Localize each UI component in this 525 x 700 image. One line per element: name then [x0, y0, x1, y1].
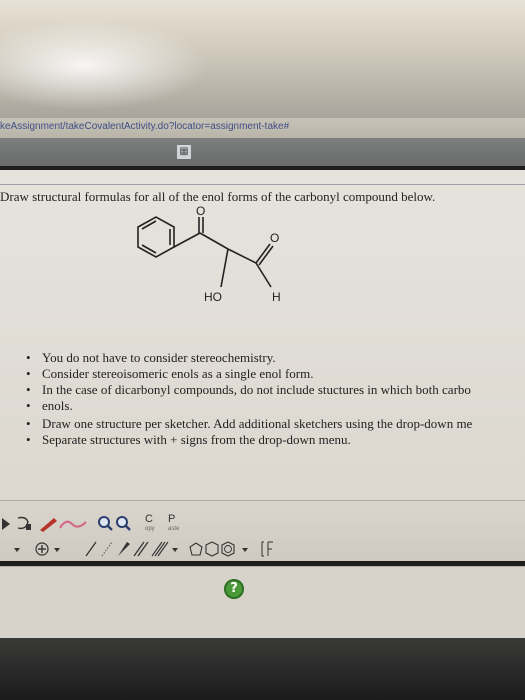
- wedge-bond-tool-icon[interactable]: [118, 542, 130, 556]
- copy-button-label: C: [145, 513, 153, 525]
- paste-button-sublabel: aste: [168, 526, 180, 532]
- help-button[interactable]: ?: [224, 579, 244, 599]
- content-top-border: [0, 184, 525, 185]
- single-bond-tool-icon[interactable]: [85, 541, 97, 557]
- zoom-out-icon[interactable]: [116, 516, 131, 531]
- copy-button-sublabel: opy: [145, 526, 155, 532]
- bond-dropdown-icon[interactable]: [172, 548, 178, 552]
- benzene-ring: [137, 216, 175, 258]
- ring-dropdown-icon[interactable]: [242, 548, 248, 552]
- toolbar-row-2: [14, 541, 273, 557]
- select-tool-icon[interactable]: [2, 518, 10, 530]
- cyclohexane-ring-icon[interactable]: [205, 541, 219, 557]
- zoom-in-icon[interactable]: [98, 516, 113, 531]
- instruction-item: Separate structures with + signs from th…: [26, 432, 525, 448]
- instruction-item: You do not have to consider stereochemis…: [26, 350, 525, 366]
- copy-button[interactable]: C opy: [145, 512, 155, 532]
- lasso-tool-icon[interactable]: [17, 516, 31, 531]
- instruction-list: You do not have to consider stereochemis…: [26, 350, 525, 448]
- dropdown-arrow-icon[interactable]: [14, 548, 20, 552]
- sketcher-canvas[interactable]: [0, 566, 525, 639]
- triple-bond-tool-icon[interactable]: [151, 541, 169, 557]
- desk-foreground: [0, 638, 525, 700]
- instruction-item: Consider stereoisomeric enols as a singl…: [26, 366, 525, 382]
- oxygen-label-2: O: [270, 231, 279, 245]
- bracket-tool-icon[interactable]: [261, 541, 273, 557]
- hydroxyl-label: HO: [204, 290, 222, 304]
- screen-glare: [0, 20, 210, 110]
- oxygen-label-1: O: [196, 205, 205, 218]
- tab-strip: [0, 138, 525, 166]
- charge-tool-icon[interactable]: [35, 542, 49, 556]
- instruction-item-continued: enols.: [26, 398, 525, 414]
- molecule-structure: O O HO H: [137, 205, 281, 304]
- instruction-item: Draw one structure per sketcher. Add add…: [26, 416, 525, 432]
- address-bar[interactable]: keAssignment/takeCovalentActivity.do?loc…: [0, 118, 525, 138]
- double-bond-tool-icon[interactable]: [133, 541, 149, 557]
- undo-tool-icon[interactable]: [40, 518, 57, 532]
- cyclopentane-ring-icon[interactable]: [189, 542, 203, 556]
- url-text[interactable]: keAssignment/takeCovalentActivity.do?loc…: [0, 121, 289, 132]
- eraser-tool-icon[interactable]: [59, 520, 87, 529]
- apps-grid-icon[interactable]: ▦: [177, 145, 191, 159]
- instruction-item: In the case of dicarbonyl compounds, do …: [26, 382, 525, 398]
- paste-button[interactable]: P aste: [168, 512, 179, 532]
- hashed-bond-tool-icon[interactable]: [101, 541, 113, 557]
- charge-dropdown-icon[interactable]: [54, 548, 60, 552]
- paste-button-label: P: [168, 513, 176, 525]
- benzene-ring-icon[interactable]: [221, 541, 235, 557]
- hydrogen-label: H: [272, 290, 281, 304]
- question-prompt: Draw structural formulas for all of the …: [0, 189, 436, 204]
